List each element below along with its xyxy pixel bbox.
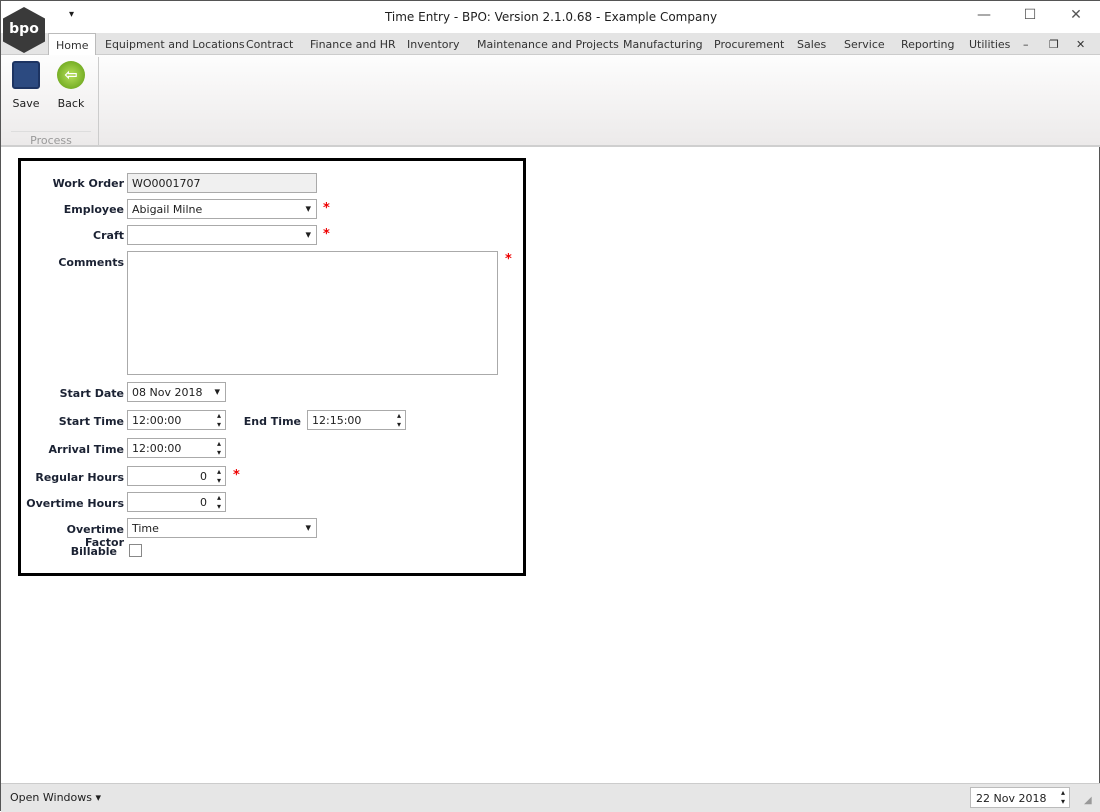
regular-hours-label: Regular Hours bbox=[35, 471, 124, 484]
tab-sales[interactable]: Sales bbox=[797, 38, 826, 51]
title-bar: bpo ▾ Time Entry - BPO: Version 2.1.0.68… bbox=[1, 1, 1100, 53]
ribbon: Save ⇦ Back Process bbox=[1, 55, 1100, 147]
end-time-spinner[interactable]: 12:15:00 bbox=[307, 410, 406, 430]
mdi-minimize-button[interactable]: – bbox=[1023, 38, 1029, 51]
tab-contract[interactable]: Contract bbox=[246, 38, 293, 51]
back-label: Back bbox=[57, 97, 85, 110]
minimize-button[interactable]: — bbox=[969, 7, 999, 23]
mdi-close-button[interactable]: ✕ bbox=[1076, 38, 1085, 51]
tab-reporting[interactable]: Reporting bbox=[901, 38, 954, 51]
end-time-label: End Time bbox=[243, 415, 301, 428]
ribbon-group-process: Process bbox=[11, 131, 91, 147]
overtime-factor-dropdown[interactable]: Time bbox=[127, 518, 317, 538]
mdi-restore-button[interactable]: ❐ bbox=[1049, 38, 1059, 51]
tab-equipment-and-locations[interactable]: Equipment and Locations bbox=[105, 38, 245, 51]
tab-inventory[interactable]: Inventory bbox=[407, 38, 460, 51]
comments-label: Comments bbox=[58, 256, 124, 269]
save-label: Save bbox=[12, 97, 40, 110]
work-order-label: Work Order bbox=[52, 177, 124, 190]
employee-label: Employee bbox=[63, 203, 124, 216]
comments-textarea[interactable] bbox=[127, 251, 498, 375]
work-order-field: WO0001707 bbox=[127, 173, 317, 193]
tab-utilities[interactable]: Utilities bbox=[969, 38, 1010, 51]
ribbon-tabs: Home Equipment and Locations Contract Fi… bbox=[1, 33, 1100, 56]
close-button[interactable]: ✕ bbox=[1061, 7, 1091, 23]
overtime-hours-spinner[interactable]: 0 bbox=[127, 492, 226, 512]
start-date-label: Start Date bbox=[59, 387, 124, 400]
craft-label: Craft bbox=[93, 229, 124, 242]
employee-dropdown[interactable]: Abigail Milne bbox=[127, 199, 317, 219]
floppy-disk-icon bbox=[12, 61, 40, 89]
time-entry-form: Work Order WO0001707 Employee Abigail Mi… bbox=[18, 158, 526, 576]
back-arrow-icon: ⇦ bbox=[57, 61, 85, 89]
tab-home[interactable]: Home bbox=[48, 33, 97, 56]
regular-hours-spinner[interactable]: 0 bbox=[127, 466, 226, 486]
required-marker: * bbox=[233, 468, 240, 483]
start-time-label: Start Time bbox=[58, 415, 124, 428]
tab-procurement[interactable]: Procurement bbox=[714, 38, 784, 51]
craft-dropdown[interactable] bbox=[127, 225, 317, 245]
ribbon-group-divider bbox=[98, 57, 99, 145]
tab-maintenance-and-projects[interactable]: Maintenance and Projects bbox=[477, 38, 619, 51]
resize-grip-icon[interactable]: ◢ bbox=[1084, 795, 1092, 806]
tab-manufacturing[interactable]: Manufacturing bbox=[623, 38, 703, 51]
status-bar: Open Windows ▾ 22 Nov 2018 ◢ bbox=[1, 783, 1100, 812]
back-button[interactable]: ⇦ Back bbox=[51, 61, 91, 110]
required-marker: * bbox=[323, 227, 330, 242]
open-windows-menu[interactable]: Open Windows ▾ bbox=[10, 791, 101, 804]
save-button[interactable]: Save bbox=[6, 61, 46, 110]
required-marker: * bbox=[323, 201, 330, 216]
arrival-time-spinner[interactable]: 12:00:00 bbox=[127, 438, 226, 458]
required-marker: * bbox=[505, 252, 512, 267]
arrival-time-label: Arrival Time bbox=[48, 443, 124, 456]
billable-label: Billable bbox=[70, 545, 117, 558]
maximize-button[interactable]: ☐ bbox=[1015, 7, 1045, 23]
tab-service[interactable]: Service bbox=[844, 38, 885, 51]
tab-finance-and-hr[interactable]: Finance and HR bbox=[310, 38, 396, 51]
status-date-spinner[interactable]: 22 Nov 2018 bbox=[970, 787, 1070, 808]
overtime-hours-label: Overtime Hours bbox=[26, 497, 124, 510]
billable-checkbox[interactable] bbox=[129, 544, 142, 557]
window-title: Time Entry - BPO: Version 2.1.0.68 - Exa… bbox=[384, 10, 718, 24]
start-date-picker[interactable]: 08 Nov 2018 bbox=[127, 382, 226, 402]
